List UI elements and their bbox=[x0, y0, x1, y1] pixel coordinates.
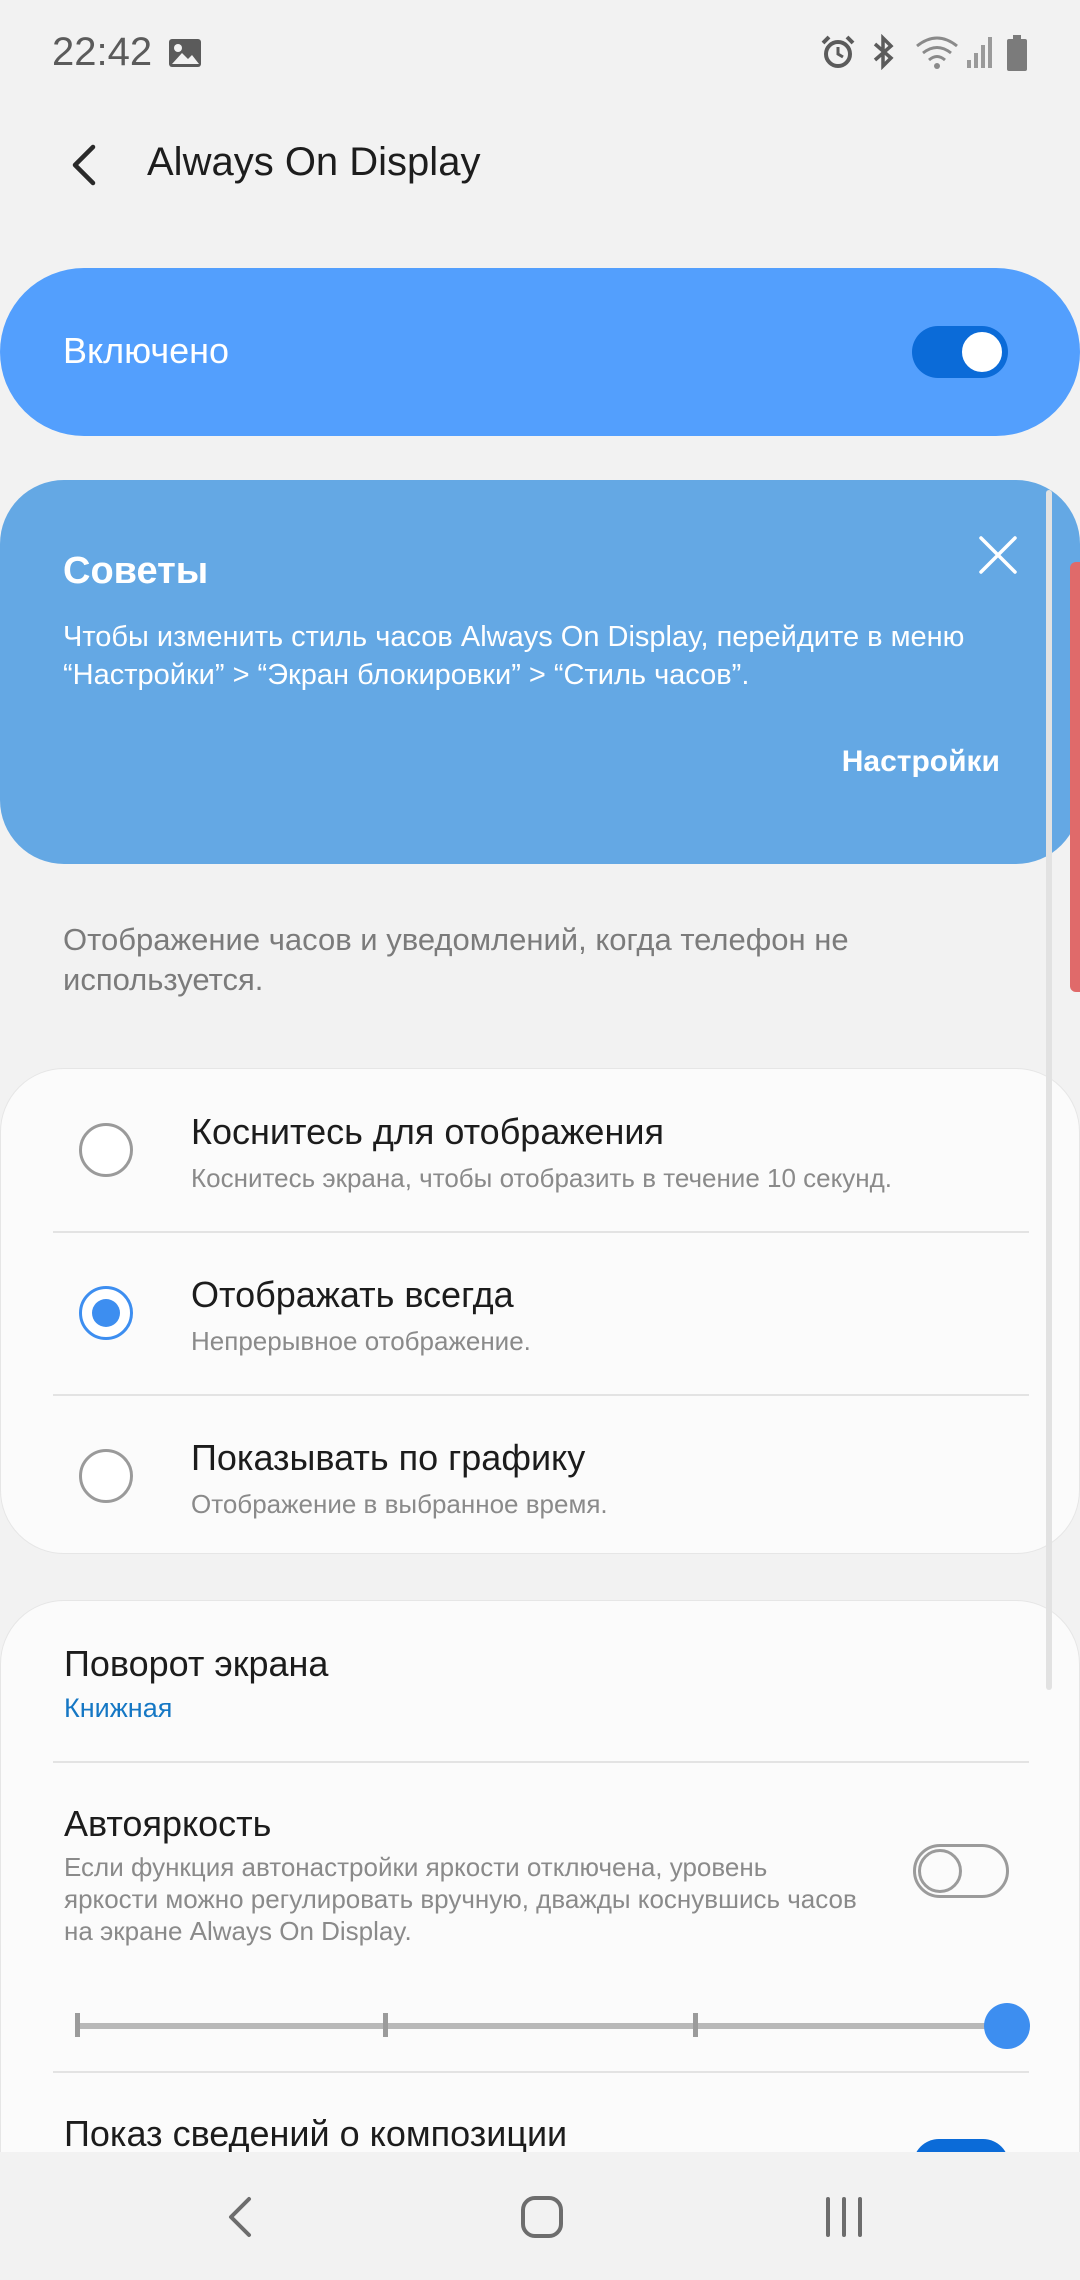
page-title: Always On Display bbox=[147, 140, 481, 184]
tips-title: Советы bbox=[63, 550, 209, 592]
toggle-knob bbox=[918, 1849, 962, 1893]
recents-nav-icon[interactable] bbox=[804, 2182, 884, 2252]
status-time: 22:42 bbox=[52, 30, 153, 74]
description-text: Отображение часов и уведомлений, когда т… bbox=[63, 922, 849, 997]
status-bar: 22:42 bbox=[0, 0, 1080, 110]
toggle-knob bbox=[960, 330, 1004, 374]
slider-tick bbox=[693, 2013, 698, 2037]
image-icon bbox=[168, 38, 202, 73]
bluetooth-icon bbox=[870, 33, 898, 75]
edge-panel-handle[interactable] bbox=[1070, 562, 1080, 992]
divider bbox=[53, 2071, 1029, 2073]
slider-tick bbox=[75, 2013, 80, 2037]
mode-title: Отображать всегда bbox=[191, 1274, 514, 1315]
mode-subtitle: Отображение в выбранное время. bbox=[191, 1489, 608, 1519]
mode-title: Коснитесь для отображения bbox=[191, 1111, 664, 1152]
auto-brightness-description: Если функция автонастройки яркости отклю… bbox=[64, 1852, 857, 1946]
tips-settings-link[interactable]: Настройки bbox=[842, 745, 1000, 779]
master-switch-row[interactable]: Включено bbox=[0, 268, 1080, 436]
rotation-value: Книжная bbox=[64, 1693, 173, 1723]
brightness-slider-thumb[interactable] bbox=[984, 2003, 1030, 2049]
back-button[interactable] bbox=[50, 130, 120, 200]
tips-card: Советы Чтобы изменить стиль часов Always… bbox=[0, 480, 1080, 864]
chevron-left-icon bbox=[72, 144, 96, 186]
close-icon[interactable] bbox=[975, 532, 1021, 578]
back-nav-icon[interactable] bbox=[200, 2182, 280, 2252]
mode-subtitle: Непрерывное отображение. bbox=[191, 1326, 531, 1356]
master-switch-label: Включено bbox=[63, 330, 230, 371]
master-switch-toggle[interactable] bbox=[912, 326, 1008, 378]
scrollbar[interactable] bbox=[1046, 490, 1052, 1690]
mode-option-always[interactable]: Отображать всегда Непрерывное отображени… bbox=[1, 1232, 1080, 1394]
tips-body: Чтобы изменить стиль часов Always On Dis… bbox=[63, 621, 965, 691]
radio-button[interactable] bbox=[79, 1286, 133, 1340]
navigation-bar bbox=[0, 2152, 1080, 2280]
mode-subtitle: Коснитесь экрана, чтобы отобразить в теч… bbox=[191, 1163, 893, 1193]
slider-tick bbox=[383, 2013, 388, 2037]
mode-option-tap[interactable]: Коснитесь для отображения Коснитесь экра… bbox=[1, 1069, 1080, 1231]
brightness-slider-track[interactable] bbox=[77, 2023, 1007, 2029]
auto-brightness-title: Автояркость bbox=[64, 1803, 272, 1844]
battery-icon bbox=[1006, 34, 1028, 77]
mode-card: Коснитесь для отображения Коснитесь экра… bbox=[0, 1068, 1080, 1554]
radio-button[interactable] bbox=[79, 1123, 133, 1177]
signal-icon bbox=[965, 34, 995, 75]
settings-card: Поворот экрана Книжная Автояркость Если … bbox=[0, 1600, 1080, 2160]
divider bbox=[53, 1761, 1029, 1763]
auto-brightness-toggle[interactable] bbox=[913, 1844, 1009, 1898]
radio-button[interactable] bbox=[79, 1449, 133, 1503]
alarm-icon bbox=[820, 34, 856, 75]
mode-option-schedule[interactable]: Показывать по графику Отображение в выбр… bbox=[1, 1395, 1080, 1557]
rotation-title[interactable]: Поворот экрана bbox=[64, 1643, 328, 1685]
home-nav-icon[interactable] bbox=[502, 2182, 582, 2252]
composition-info-title: Показ сведений о композиции bbox=[64, 2113, 568, 2154]
wifi-icon bbox=[915, 34, 959, 75]
mode-title: Показывать по графику bbox=[191, 1437, 586, 1478]
